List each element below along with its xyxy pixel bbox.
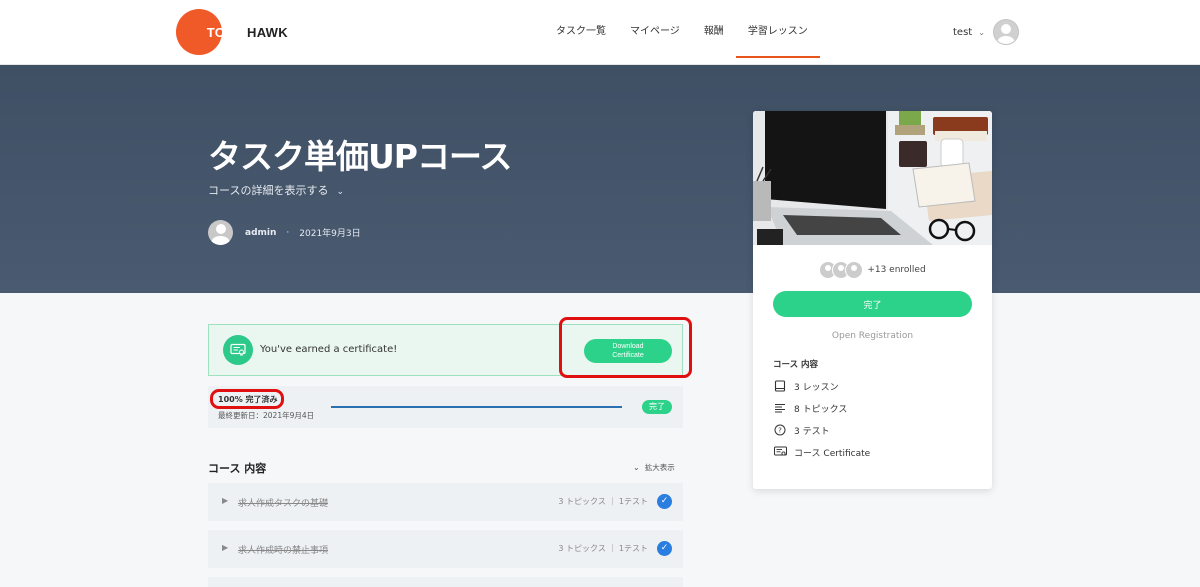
publish-date: 2021年9月3日 xyxy=(299,229,361,239)
include-label: 3 レッスン xyxy=(794,382,839,393)
lesson-row[interactable] xyxy=(208,577,683,587)
course-title: タスク単価UPコース xyxy=(208,137,512,176)
enrolled-avatar xyxy=(845,261,864,279)
certificate-message: You've earned a certificate! xyxy=(260,344,398,355)
enrolled-count: +13 enrolled xyxy=(753,261,992,279)
check-icon: ✓ xyxy=(657,494,672,509)
check-icon: ✓ xyxy=(657,541,672,556)
include-item-certificate: コース Certificate xyxy=(773,445,870,459)
progress-last-updated: 最終更新日：2021年9月4日 xyxy=(218,411,315,420)
lesson-title: 求人作成時の禁止事項 xyxy=(238,546,329,556)
chevron-down-icon: ⌄ xyxy=(336,187,344,197)
include-item-topics: 8 トピックス xyxy=(773,401,847,415)
expand-all-label: 拡大表示 xyxy=(644,463,675,472)
include-item-quizzes: ? 3 テスト xyxy=(773,423,830,437)
course-hero xyxy=(0,65,1200,293)
include-label: 8 トピックス xyxy=(794,404,848,415)
certificate-icon xyxy=(773,445,787,459)
nav-item-task-list[interactable]: タスク一覧 xyxy=(544,0,618,64)
include-label: 3 テスト xyxy=(794,426,830,437)
course-sidebar-card: +13 enrolled 完了 Open Registration コース 内容… xyxy=(753,111,992,489)
expand-all-toggle[interactable]: ⌄ 拡大表示 xyxy=(633,462,675,473)
course-thumbnail xyxy=(753,111,992,245)
author-avatar xyxy=(208,220,233,245)
user-menu[interactable]: test ⌄ xyxy=(953,19,1019,45)
progress-track xyxy=(331,406,622,408)
chevron-down-icon: ⌄ xyxy=(633,463,640,472)
logo-text-right: HAWK xyxy=(247,24,288,40)
caret-right-icon: ▶ xyxy=(222,543,229,552)
topics-icon xyxy=(773,401,787,415)
enrolled-text: +13 enrolled xyxy=(867,265,926,275)
progress-status-badge: 完了 xyxy=(642,400,672,414)
logo-circle: TOMA xyxy=(176,9,246,55)
lesson-row[interactable]: ▶ 求人作成時の禁止事項 3 トピックス ｜ 1テスト ✓ xyxy=(208,530,683,568)
nav-item-lessons[interactable]: 学習レッスン xyxy=(735,0,820,64)
course-status-button[interactable]: 完了 xyxy=(773,291,972,317)
caret-right-icon: ▶ xyxy=(222,496,229,505)
lesson-meta: 3 トピックス ｜ 1テスト xyxy=(558,544,648,553)
course-details-label: コースの詳細を表示する xyxy=(208,184,329,197)
lesson-meta: 3 トピックス ｜ 1テスト xyxy=(558,497,648,506)
certificate-icon xyxy=(223,335,253,365)
logo-text-left: TOMA xyxy=(206,24,246,40)
lesson-title: 求人作成タスクの基礎 xyxy=(238,499,329,509)
highlight-progress-percent xyxy=(210,389,284,409)
book-icon xyxy=(773,379,787,393)
lesson-row[interactable]: ▶ 求人作成タスクの基礎 3 トピックス ｜ 1テスト ✓ xyxy=(208,483,683,521)
course-content-heading: コース 内容 xyxy=(208,462,267,475)
registration-status: Open Registration xyxy=(831,331,914,341)
include-item-lessons: 3 レッスン xyxy=(773,379,839,393)
chevron-down-icon: ⌄ xyxy=(978,27,985,37)
author-row: admin · 2021年9月3日 xyxy=(208,220,361,245)
user-name: test xyxy=(953,26,973,38)
main-nav: タスク一覧 マイページ 報酬 学習レッスン xyxy=(544,0,820,64)
nav-item-rewards[interactable]: 報酬 xyxy=(692,0,736,64)
include-label: コース Certificate xyxy=(794,448,871,459)
quiz-icon: ? xyxy=(773,423,787,437)
highlight-download-button xyxy=(559,317,692,378)
separator-dot: · xyxy=(286,227,290,238)
course-details-toggle[interactable]: コースの詳細を表示する ⌄ xyxy=(208,182,344,198)
logo[interactable]: TOMA HAWK xyxy=(176,9,288,55)
author-name: admin xyxy=(245,227,277,238)
progress-fill xyxy=(331,406,622,408)
svg-text:?: ? xyxy=(778,427,782,435)
user-avatar[interactable] xyxy=(992,19,1019,45)
top-navigation-bar: TOMA HAWK タスク一覧 マイページ 報酬 学習レッスン test ⌄ xyxy=(0,0,1200,65)
course-includes-heading: コース 内容 xyxy=(773,360,819,370)
nav-item-mypage[interactable]: マイページ xyxy=(618,0,692,64)
